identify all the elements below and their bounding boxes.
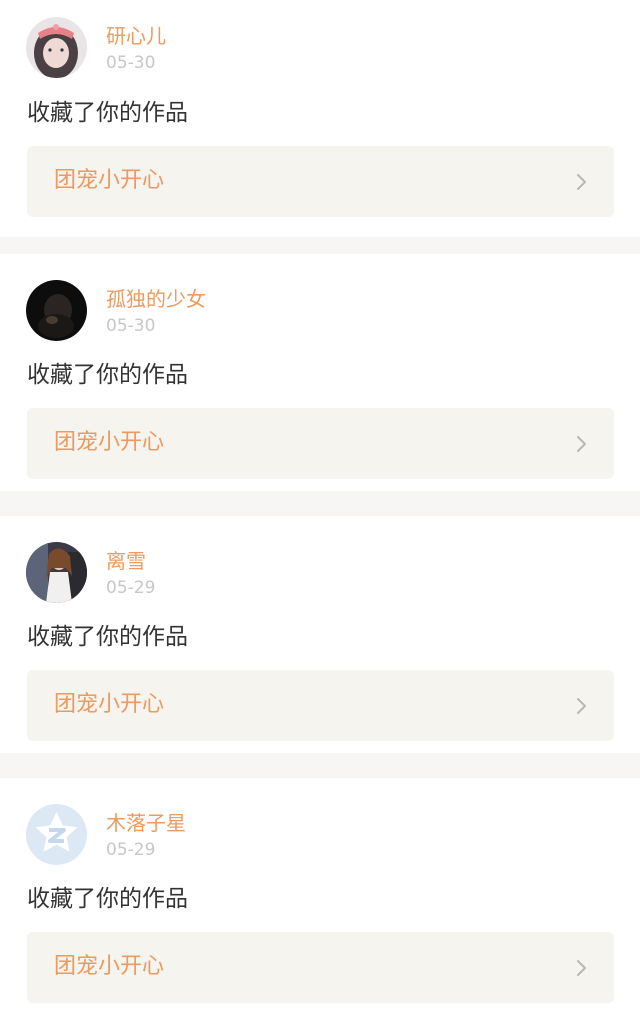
username[interactable]: 孤独的少女 [106, 285, 206, 313]
user-avatar[interactable] [26, 804, 87, 865]
user-avatar[interactable] [26, 17, 87, 78]
timestamp: 05-30 [106, 316, 156, 336]
work-link-button[interactable]: 团宠小开心 [27, 932, 614, 1003]
action-text: 收藏了你的作品 [27, 886, 188, 912]
notification-card: 离雪 05-29 收藏了你的作品 团宠小开心 [0, 516, 640, 753]
qq-default-avatar-icon [26, 804, 87, 865]
timestamp: 05-30 [106, 53, 156, 73]
username[interactable]: 木落子星 [106, 809, 186, 837]
woman-photo-avatar-icon [26, 542, 87, 603]
action-text: 收藏了你的作品 [27, 624, 188, 650]
chevron-right-icon [577, 960, 586, 976]
work-title: 团宠小开心 [54, 168, 165, 193]
chevron-right-icon [577, 698, 586, 714]
work-link-button[interactable]: 团宠小开心 [27, 670, 614, 741]
work-link-button[interactable]: 团宠小开心 [27, 408, 614, 479]
notification-card: 木落子星 05-29 收藏了你的作品 团宠小开心 [0, 778, 640, 1015]
notification-feed: 研心儿 05-30 收藏了你的作品 团宠小开心 孤独的少女 05-30 收藏了你… [0, 0, 640, 1015]
notification-card: 孤独的少女 05-30 收藏了你的作品 团宠小开心 [0, 254, 640, 491]
dark-photo-avatar-icon [26, 280, 87, 341]
chevron-right-icon [577, 174, 586, 190]
timestamp: 05-29 [106, 578, 156, 598]
user-avatar[interactable] [26, 280, 87, 341]
user-avatar[interactable] [26, 542, 87, 603]
chevron-right-icon [577, 436, 586, 452]
action-text: 收藏了你的作品 [27, 362, 188, 388]
action-text: 收藏了你的作品 [27, 100, 188, 126]
username[interactable]: 离雪 [106, 547, 146, 575]
work-link-button[interactable]: 团宠小开心 [27, 146, 614, 217]
username[interactable]: 研心儿 [106, 22, 166, 50]
timestamp: 05-29 [106, 840, 156, 860]
girl-photo-avatar-icon [26, 17, 87, 78]
work-title: 团宠小开心 [54, 430, 165, 455]
work-title: 团宠小开心 [54, 692, 165, 717]
notification-card: 研心儿 05-30 收藏了你的作品 团宠小开心 [0, 0, 640, 237]
work-title: 团宠小开心 [54, 954, 165, 979]
